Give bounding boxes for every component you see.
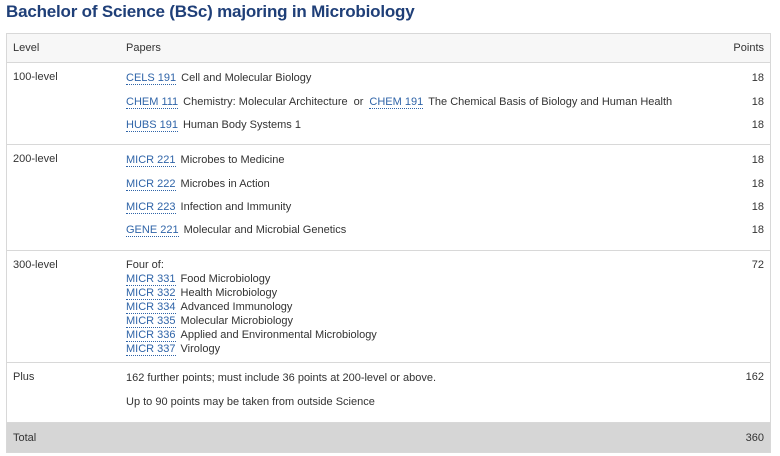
total-row: Total 360: [7, 422, 770, 452]
paper-line: MICR 222 Microbes in Action: [126, 177, 700, 191]
paper-name: Infection and Immunity: [180, 201, 292, 213]
or-text: or: [353, 96, 364, 108]
paper-name: Chemistry: Molecular Architecture: [183, 96, 348, 108]
paper-name: The Chemical Basis of Biology and Human …: [428, 96, 673, 108]
paper-line: MICR 332 Health Microbiology: [126, 286, 700, 300]
section-300-level: 300-level Four of: MICR 331 Food Microbio…: [7, 250, 770, 362]
paper-code-link[interactable]: MICR 222: [126, 178, 176, 191]
paper-code-link[interactable]: MICR 336: [126, 329, 176, 342]
paper-line: MICR 336 Applied and Environmental Microb…: [126, 328, 700, 342]
paper-code-link[interactable]: MICR 332: [126, 287, 176, 300]
paper-name: Molecular Microbiology: [180, 315, 294, 327]
paper-line: MICR 223 Infection and Immunity: [126, 200, 700, 214]
paper-line: MICR 337 Virology: [126, 342, 700, 356]
paper-code-link[interactable]: MICR 334: [126, 301, 176, 314]
total-label: Total: [13, 432, 37, 444]
section-200-level: 200-level MICR 221 Microbes to Medicine M…: [7, 144, 770, 250]
paper-points: 18: [751, 96, 764, 108]
paper-points: 18: [751, 224, 764, 236]
paper-name: Advanced Immunology: [180, 301, 293, 313]
paper-line: CELS 191 Cell and Molecular Biology: [126, 71, 700, 85]
paper-code-link[interactable]: CHEM 111: [126, 96, 179, 109]
paper-points: 18: [751, 178, 764, 190]
papers-cell: CELS 191 Cell and Molecular Biology CHEM …: [126, 63, 700, 145]
header-level: Level: [13, 42, 40, 54]
paper-points: 18: [751, 154, 764, 166]
note-line: 162 further points; must include 36 poin…: [126, 372, 437, 384]
paper-name: Microbes in Action: [180, 178, 270, 190]
section-points: 72: [751, 259, 764, 271]
paper-code-link[interactable]: MICR 331: [126, 273, 176, 286]
level-label: 100-level: [13, 71, 58, 83]
paper-code-link[interactable]: MICR 335: [126, 315, 176, 328]
paper-line: HUBS 191 Human Body Systems 1: [126, 118, 700, 132]
paper-points: 18: [751, 72, 764, 84]
paper-name: Food Microbiology: [180, 273, 271, 285]
paper-name: Health Microbiology: [180, 287, 278, 299]
section-100-level: 100-level CELS 191 Cell and Molecular Bio…: [7, 62, 770, 144]
paper-points: 18: [751, 201, 764, 213]
paper-name: Molecular and Microbial Genetics: [183, 224, 347, 236]
paper-line: MICR 221 Microbes to Medicine: [126, 153, 700, 167]
paper-name: Human Body Systems 1: [182, 119, 301, 131]
note-line: Up to 90 points may be taken from outsid…: [126, 396, 375, 408]
paper-name: Applied and Environmental Microbiology: [180, 329, 377, 341]
header-papers: Papers: [126, 42, 161, 54]
paper-line: MICR 331 Food Microbiology: [126, 272, 700, 286]
paper-code-link[interactable]: MICR 223: [126, 201, 176, 214]
paper-code-link[interactable]: MICR 337: [126, 343, 176, 356]
papers-cell: Four of: MICR 331 Food Microbiology MICR …: [126, 258, 700, 356]
page-title: Bachelor of Science (BSc) majoring in Mi…: [6, 2, 415, 21]
four-of-label: Four of:: [126, 259, 164, 271]
paper-code-link[interactable]: GENE 221: [126, 224, 179, 237]
level-label: 300-level: [13, 259, 58, 271]
total-points: 360: [745, 432, 764, 444]
paper-name: Virology: [180, 343, 221, 355]
table-header: Level Papers Points: [7, 34, 770, 62]
paper-name: Microbes to Medicine: [180, 154, 285, 166]
paper-line: MICR 334 Advanced Immunology: [126, 300, 700, 314]
papers-cell: 162 further points; must include 36 poin…: [126, 363, 700, 423]
paper-code-link[interactable]: MICR 221: [126, 154, 176, 167]
section-points: 162: [745, 371, 764, 383]
paper-name: Cell and Molecular Biology: [181, 72, 312, 84]
section-plus: Plus 162 further points; must include 36…: [7, 362, 770, 422]
requirements-table: Level Papers Points 100-level CELS 191 Ce…: [6, 33, 771, 453]
paper-line: GENE 221 Molecular and Microbial Genetics: [126, 223, 700, 237]
paper-code-link[interactable]: CELS 191: [126, 72, 177, 85]
level-label: Plus: [13, 371, 35, 383]
level-label: 200-level: [13, 153, 58, 165]
papers-cell: MICR 221 Microbes to Medicine MICR 222 Mic…: [126, 145, 700, 251]
paper-line: CHEM 111 Chemistry: Molecular Architectur…: [126, 95, 700, 109]
paper-code-link[interactable]: CHEM 191: [369, 96, 424, 109]
paper-code-link[interactable]: HUBS 191: [126, 119, 178, 132]
paper-line: MICR 335 Molecular Microbiology: [126, 314, 700, 328]
page: Bachelor of Science (BSc) majoring in Mi…: [0, 0, 780, 456]
header-points: Points: [733, 42, 764, 54]
paper-points: 18: [751, 119, 764, 131]
